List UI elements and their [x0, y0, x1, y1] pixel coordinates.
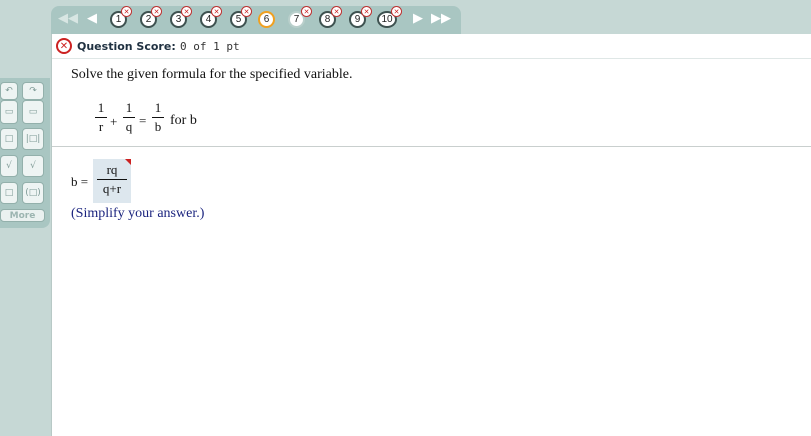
equals-sign: = — [139, 113, 147, 128]
incorrect-x-icon: ✕ — [391, 6, 402, 17]
question-navigation: ◀◀ ◀ 1 ✕ 2 ✕ 3 ✕ 4 ✕ 5 ✕ 6 7 ✕ 8 ✕ 9 ✕ 1… — [51, 6, 461, 34]
fraction-1-over-b: 1 b — [152, 101, 164, 134]
fraction-1-over-r: 1 r — [95, 101, 107, 134]
math-palette: ↶ ↷ ▭ ▭ □ |□| √ √ □ (□) More — [0, 78, 50, 228]
mixed-number-icon[interactable]: ▭ — [22, 100, 44, 124]
fraction-1-over-q: 1 q — [123, 101, 135, 134]
incorrect-x-icon: ✕ — [121, 6, 132, 17]
nth-root-icon[interactable]: √ — [22, 155, 44, 177]
incorrect-x-icon: ✕ — [301, 6, 312, 17]
incorrect-x-icon: ✕ — [151, 6, 162, 17]
right-arrow-icon[interactable]: ▶ — [413, 12, 423, 26]
formula-suffix: for b — [170, 113, 197, 128]
question-instruction: Solve the given formula for the specifie… — [71, 67, 353, 82]
divider — [52, 146, 811, 147]
answer-fraction: rq q+r — [97, 163, 127, 196]
incorrect-x-icon: ✕ — [181, 6, 192, 17]
incorrect-x-icon: ✕ — [56, 38, 72, 54]
question-6-button[interactable]: 6 — [258, 11, 275, 28]
absolute-value-icon[interactable]: |□| — [22, 128, 44, 150]
more-button[interactable]: More — [0, 209, 45, 222]
question-score-label: Question Score: — [77, 40, 176, 53]
subscript-icon[interactable]: □ — [0, 182, 18, 204]
double-right-arrow-icon[interactable]: ▶▶ — [431, 12, 451, 26]
incorrect-x-icon: ✕ — [241, 6, 252, 17]
answer-input[interactable]: rq q+r — [93, 159, 131, 203]
redo-icon[interactable]: ↷ — [22, 82, 44, 100]
incorrect-x-icon: ✕ — [361, 6, 372, 17]
incorrect-x-icon: ✕ — [211, 6, 222, 17]
answer-hint: (Simplify your answer.) — [71, 206, 205, 221]
ordered-pair-icon[interactable]: (□) — [22, 182, 44, 204]
question-panel: ✕ Question Score: 0 of 1 pt Solve the gi… — [51, 34, 811, 436]
double-left-arrow-icon[interactable]: ◀◀ — [58, 12, 78, 26]
incorrect-x-icon: ✕ — [331, 6, 342, 17]
fraction-icon[interactable]: ▭ — [0, 100, 18, 124]
sqrt-icon[interactable]: √ — [0, 155, 18, 177]
question-score-value: 0 of 1 pt — [180, 40, 240, 53]
exponent-icon[interactable]: □ — [0, 128, 18, 150]
plus-sign: + — [110, 114, 118, 129]
answer-label: b = — [71, 174, 89, 189]
score-bar: ✕ Question Score: 0 of 1 pt — [52, 34, 811, 59]
left-arrow-icon[interactable]: ◀ — [87, 12, 97, 26]
undo-icon[interactable]: ↶ — [0, 82, 18, 100]
